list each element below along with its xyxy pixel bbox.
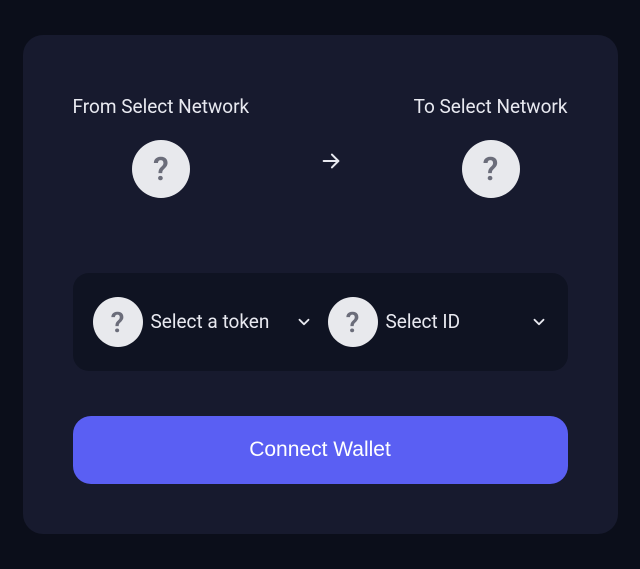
to-network-selector[interactable]: ? — [462, 140, 520, 198]
from-network-selector[interactable]: ? — [132, 140, 190, 198]
from-network-label: From Select Network — [73, 95, 250, 118]
network-row: From Select Network ? To Select Network … — [73, 95, 568, 198]
connect-wallet-button[interactable]: Connect Wallet — [73, 416, 568, 484]
chevron-down-icon — [295, 313, 313, 331]
question-icon: ? — [328, 297, 378, 347]
id-selector[interactable]: ? Select ID — [328, 297, 548, 347]
token-selector[interactable]: ? Select a token — [93, 297, 313, 347]
id-selector-label: Select ID — [386, 310, 522, 334]
arrow-right-icon — [320, 150, 342, 172]
to-network-label: To Select Network — [414, 95, 568, 118]
from-network-column: From Select Network ? — [73, 95, 250, 198]
arrow-wrap — [320, 95, 342, 172]
bridge-card: From Select Network ? To Select Network … — [23, 35, 618, 534]
selectors-panel: ? Select a token ? Select ID — [73, 273, 568, 371]
chevron-down-icon — [530, 313, 548, 331]
question-icon: ? — [93, 297, 143, 347]
token-selector-label: Select a token — [151, 310, 287, 334]
to-network-column: To Select Network ? — [414, 95, 568, 198]
